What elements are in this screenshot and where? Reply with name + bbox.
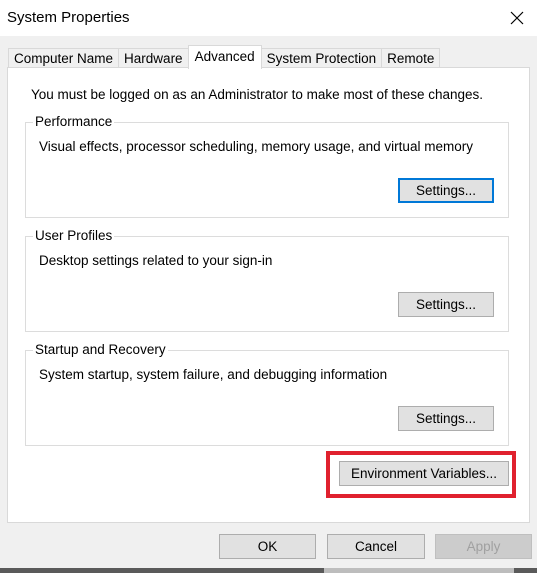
title-bar: System Properties <box>0 0 537 36</box>
performance-group-description: Visual effects, processor scheduling, me… <box>39 139 473 154</box>
background-window-edge <box>0 568 537 573</box>
startup-recovery-group: Startup and Recovery System startup, sys… <box>25 342 509 446</box>
cancel-button[interactable]: Cancel <box>327 534 425 559</box>
performance-group-title: Performance <box>33 114 115 129</box>
startup-recovery-settings-button[interactable]: Settings... <box>398 406 494 431</box>
performance-group: Performance Visual effects, processor sc… <box>25 114 509 218</box>
user-profiles-group-description: Desktop settings related to your sign-in <box>39 253 273 268</box>
user-profiles-group: User Profiles Desktop settings related t… <box>25 228 509 332</box>
tab-strip: Computer Name Hardware Advanced System P… <box>8 45 441 69</box>
tab-advanced[interactable]: Advanced <box>187 45 262 69</box>
tab-remote[interactable]: Remote <box>381 48 441 69</box>
user-profiles-settings-button[interactable]: Settings... <box>398 292 494 317</box>
highlight-box <box>326 451 516 498</box>
close-button[interactable] <box>505 6 529 30</box>
tab-computer-name[interactable]: Computer Name <box>8 48 119 69</box>
startup-recovery-group-title: Startup and Recovery <box>33 342 168 357</box>
close-icon <box>510 11 524 25</box>
admin-notice: You must be logged on as an Administrato… <box>31 87 484 102</box>
apply-button: Apply <box>435 534 532 559</box>
performance-settings-button[interactable]: Settings... <box>398 178 494 203</box>
window-title: System Properties <box>7 9 130 26</box>
tab-system-protection[interactable]: System Protection <box>261 48 382 69</box>
user-profiles-group-title: User Profiles <box>33 228 115 243</box>
background-window-segment <box>324 568 514 573</box>
ok-button[interactable]: OK <box>219 534 316 559</box>
startup-recovery-group-description: System startup, system failure, and debu… <box>39 367 388 382</box>
tab-hardware[interactable]: Hardware <box>118 48 188 69</box>
